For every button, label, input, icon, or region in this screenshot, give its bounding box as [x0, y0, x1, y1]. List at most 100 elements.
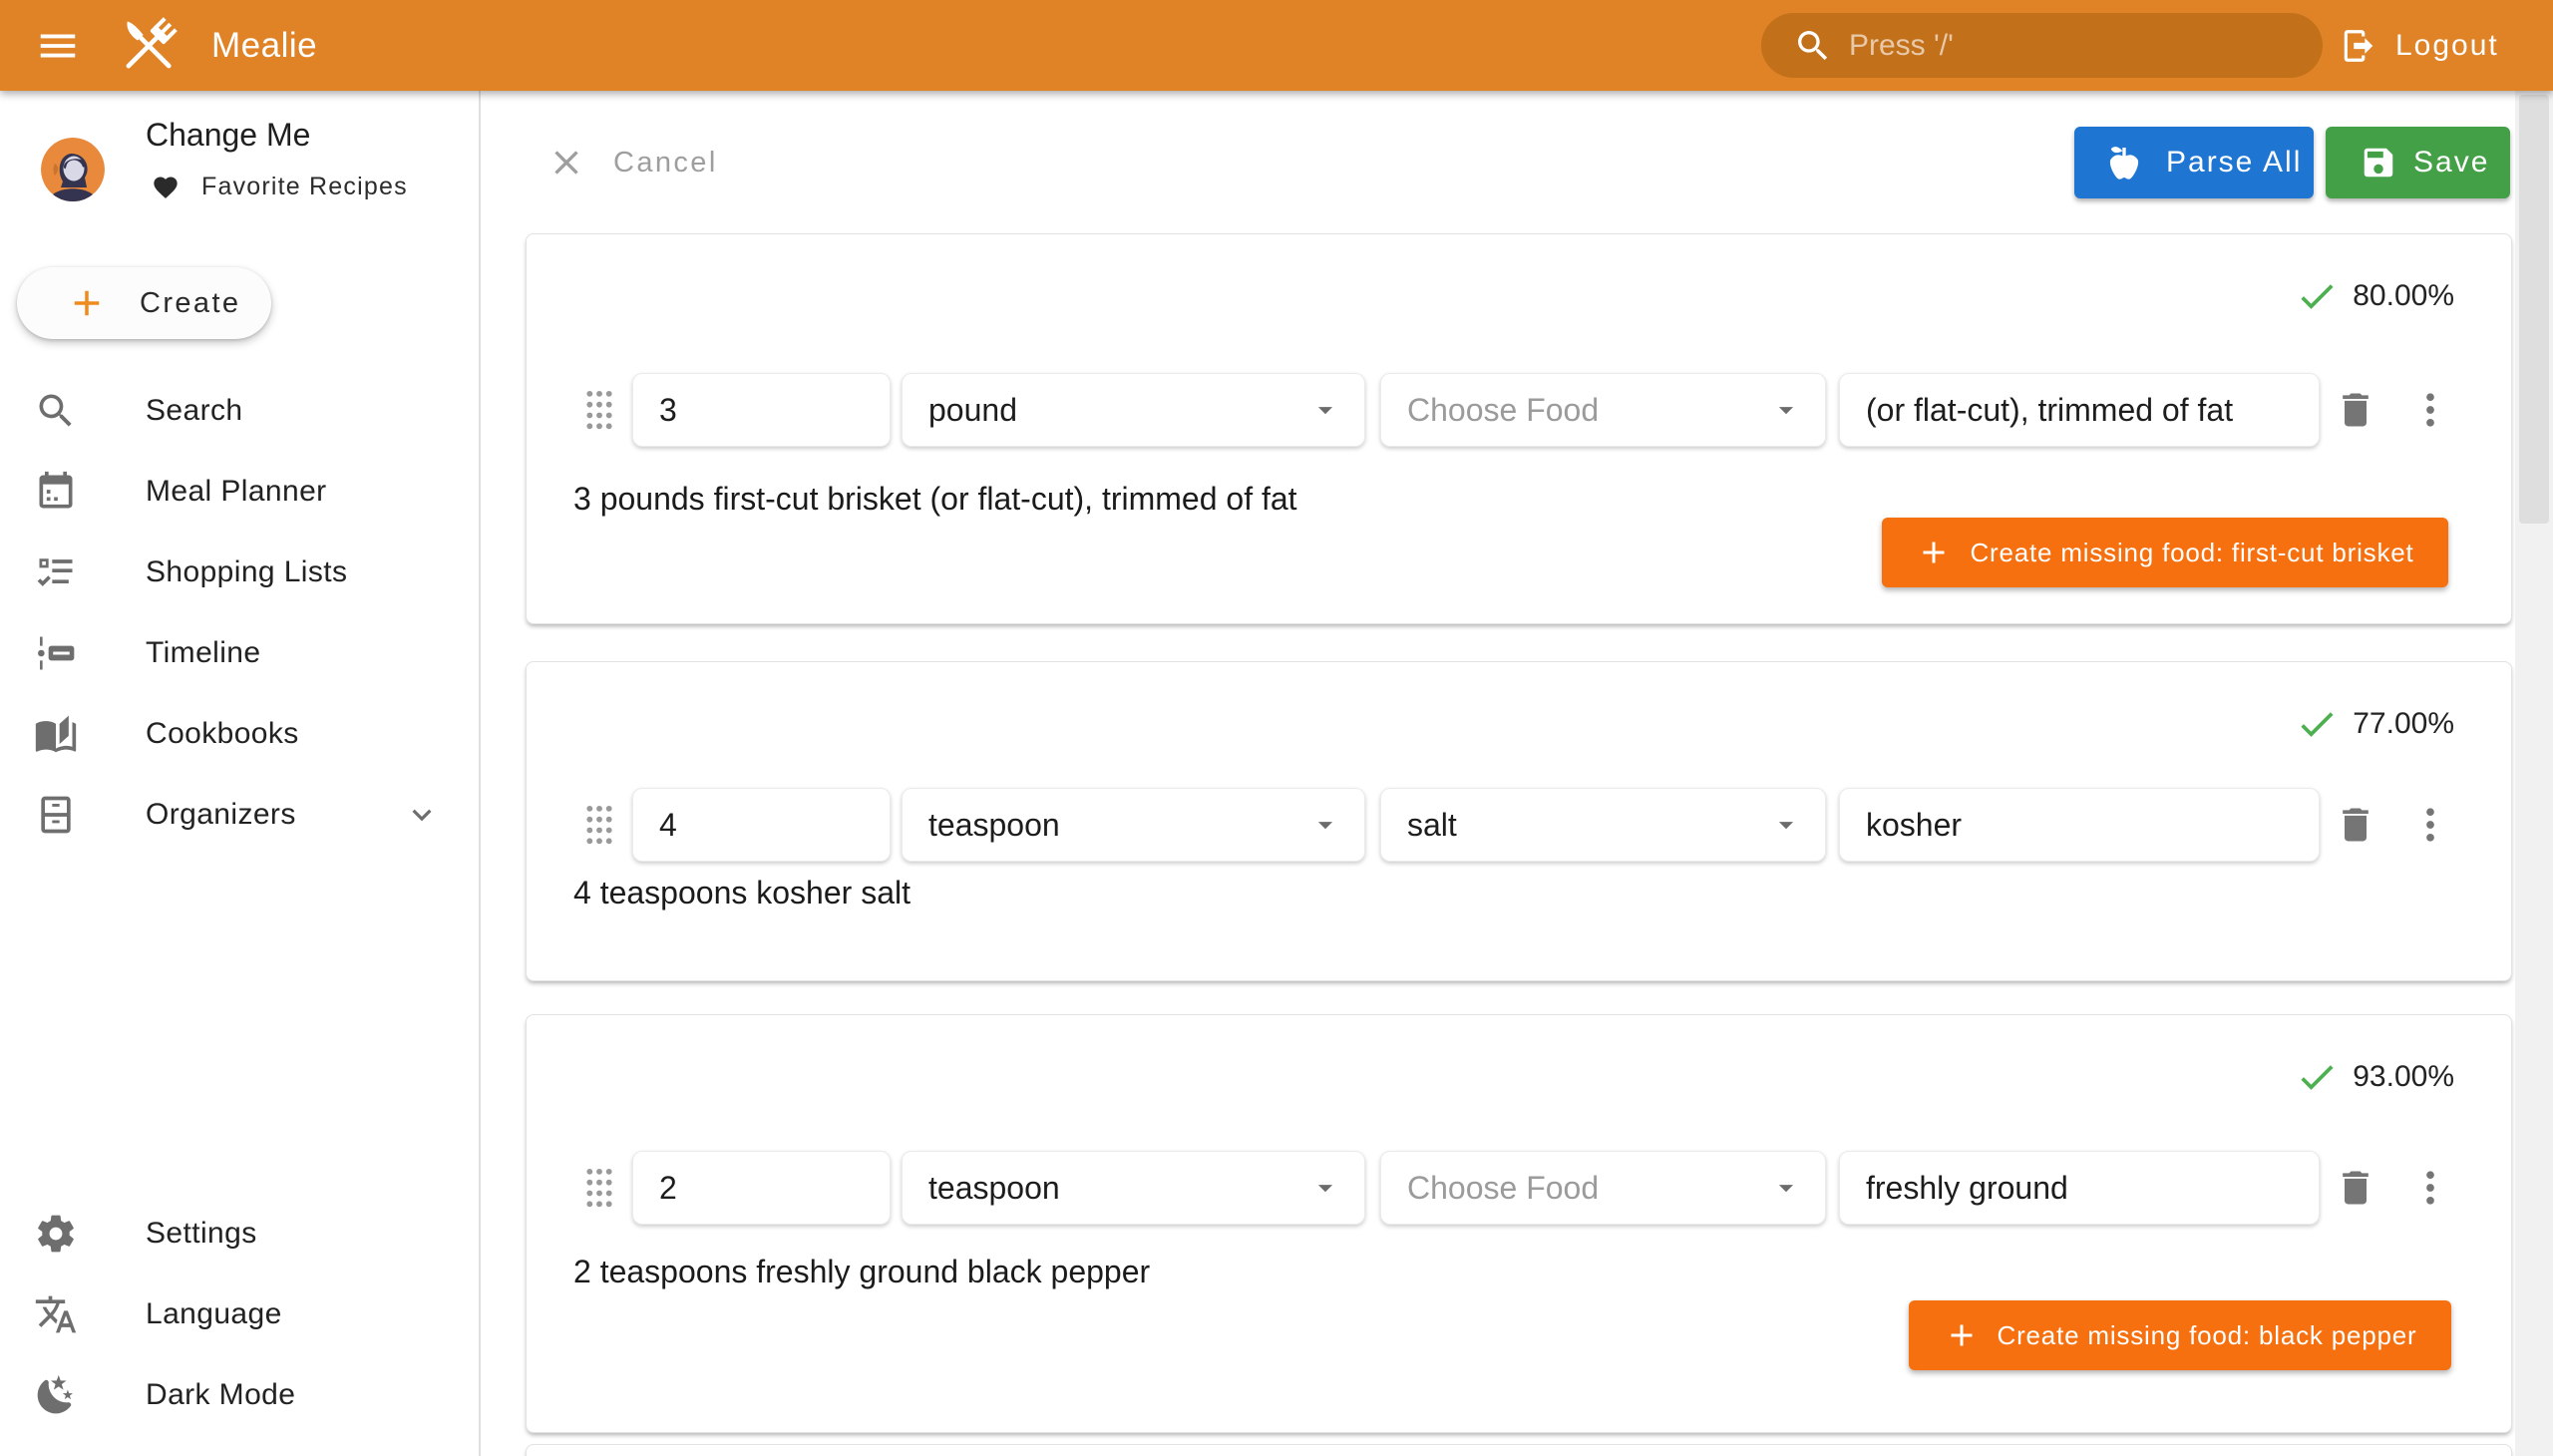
checklist-icon [34, 550, 78, 594]
global-search[interactable] [1761, 13, 2323, 78]
sidebar-item-timeline[interactable]: Timeline [0, 612, 477, 693]
confidence-value: 77.00% [2353, 707, 2454, 741]
chevron-down-icon [403, 796, 441, 834]
delete-button[interactable] [2328, 797, 2383, 853]
sidebar-item-label: Settings [146, 1217, 257, 1251]
unit-value: teaspoon [928, 807, 1060, 844]
silverware-logo-icon [112, 9, 185, 83]
create-label: Create [140, 287, 240, 320]
calendar-icon [34, 470, 78, 514]
ingredient-card: 77.00% teaspoon salt [526, 661, 2512, 981]
ingredient-editor-row: teaspoon salt [527, 788, 2511, 862]
confidence-indicator: 80.00% [2295, 274, 2454, 318]
search-icon [34, 389, 78, 433]
ingredient-card: 80.00% pound Choose Food [526, 233, 2512, 624]
logout-button[interactable]: Logout [2334, 0, 2505, 91]
app-title: Mealie [211, 26, 317, 66]
sidebar-item-language[interactable]: Language [0, 1274, 477, 1354]
sidebar-item-cookbooks[interactable]: Cookbooks [0, 693, 477, 774]
quantity-input[interactable] [632, 788, 891, 862]
food-select[interactable]: salt [1380, 788, 1826, 862]
parse-all-button[interactable]: Parse All [2074, 127, 2314, 198]
user-avatar[interactable] [41, 138, 105, 201]
ingredient-card: 93.00% teaspoon Choose Food [526, 1014, 2512, 1433]
food-select[interactable]: Choose Food [1380, 373, 1826, 447]
food-select[interactable]: Choose Food [1380, 1151, 1826, 1225]
parse-all-label: Parse All [2166, 146, 2302, 180]
sidebar-nav: Search Meal Planner Shopping Lists Timel… [0, 370, 477, 855]
drag-handle-icon[interactable] [584, 1167, 614, 1209]
sidebar-item-shopping-lists[interactable]: Shopping Lists [0, 532, 477, 612]
sidebar-item-label: Timeline [146, 636, 260, 670]
create-button[interactable]: Create [17, 267, 271, 339]
sidebar-item-label: Meal Planner [146, 475, 327, 509]
menu-down-icon [1769, 808, 1803, 842]
sidebar-item-organizers[interactable]: Organizers [0, 774, 477, 855]
unit-select[interactable]: teaspoon [902, 1151, 1365, 1225]
menu-down-icon [1308, 1171, 1342, 1205]
sidebar-item-meal-planner[interactable]: Meal Planner [0, 451, 477, 532]
unit-select[interactable]: teaspoon [902, 788, 1365, 862]
create-missing-food-label: Create missing food: first-cut brisket [1970, 538, 2413, 568]
logout-icon [2340, 27, 2377, 65]
more-options-button[interactable] [2402, 1160, 2458, 1216]
delete-button[interactable] [2328, 1160, 2383, 1216]
sidebar-item-label: Cookbooks [146, 717, 299, 751]
save-icon [2332, 144, 2397, 182]
confidence-value: 80.00% [2353, 279, 2454, 313]
search-input[interactable] [1847, 28, 2280, 64]
cancel-label: Cancel [613, 147, 718, 180]
save-button[interactable]: Save [2326, 127, 2510, 198]
translate-icon [34, 1292, 78, 1336]
create-missing-food-label: Create missing food: black pepper [1998, 1320, 2417, 1351]
cancel-button[interactable]: Cancel [541, 127, 724, 198]
note-input[interactable] [1839, 1151, 2320, 1225]
unit-value: teaspoon [928, 1170, 1060, 1207]
save-label: Save [2413, 146, 2489, 180]
unit-select[interactable]: pound [902, 373, 1365, 447]
menu-down-icon [1769, 393, 1803, 427]
sidebar-item-label: Shopping Lists [146, 555, 347, 589]
drag-handle-icon[interactable] [584, 389, 614, 431]
quantity-input[interactable] [632, 373, 891, 447]
hamburger-icon [35, 23, 81, 69]
create-missing-food-button[interactable]: Create missing food: black pepper [1909, 1300, 2451, 1370]
menu-down-icon [1769, 1171, 1803, 1205]
timeline-icon [34, 631, 78, 675]
sidebar-item-dark-mode[interactable]: Dark Mode [0, 1354, 477, 1435]
create-missing-food-button[interactable]: Create missing food: first-cut brisket [1882, 518, 2448, 587]
quantity-input[interactable] [632, 1151, 891, 1225]
close-icon [547, 143, 586, 182]
hamburger-menu-button[interactable] [30, 18, 86, 74]
more-options-button[interactable] [2402, 797, 2458, 853]
check-icon [2295, 274, 2339, 318]
plus-icon [66, 282, 108, 324]
favorite-recipes-link[interactable]: Favorite Recipes [152, 173, 408, 201]
ingredient-card-partial [526, 1444, 2512, 1456]
note-input[interactable] [1839, 373, 2320, 447]
check-icon [2295, 702, 2339, 746]
food-value: salt [1407, 807, 1457, 844]
menu-down-icon [1308, 393, 1342, 427]
sidebar-item-search[interactable]: Search [0, 370, 477, 451]
drag-handle-icon[interactable] [584, 804, 614, 846]
unit-value: pound [928, 392, 1017, 429]
delete-button[interactable] [2328, 382, 2383, 438]
plus-icon [1916, 535, 1952, 570]
note-input[interactable] [1839, 788, 2320, 862]
user-name: Change Me [146, 117, 310, 154]
book-icon [34, 712, 78, 756]
cabinet-icon [34, 793, 78, 837]
sidebar-item-label: Search [146, 394, 242, 428]
app-bar: Mealie Logout [0, 0, 2553, 91]
sidebar-bottom-nav: Settings Language Dark Mode [0, 1193, 477, 1435]
sidebar-item-settings[interactable]: Settings [0, 1193, 477, 1274]
heart-icon [152, 174, 180, 201]
check-icon [2295, 1055, 2339, 1099]
food-placeholder: Choose Food [1407, 1170, 1599, 1207]
favorite-recipes-label: Favorite Recipes [201, 173, 408, 201]
more-options-button[interactable] [2402, 382, 2458, 438]
scrollbar-track [2515, 91, 2553, 1456]
gear-icon [34, 1212, 78, 1256]
scrollbar-thumb[interactable] [2519, 95, 2549, 524]
